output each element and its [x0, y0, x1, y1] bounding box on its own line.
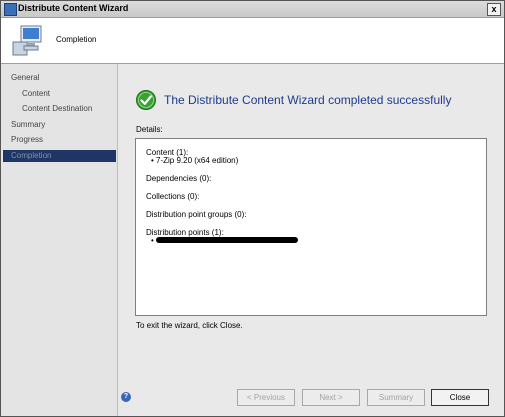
- wizard-nav: General Content Content Destination Summ…: [1, 64, 118, 416]
- success-check-icon: [136, 90, 156, 110]
- nav-item-progress[interactable]: Progress: [3, 134, 116, 146]
- page-title: Completion: [56, 35, 97, 44]
- nav-item-label: Completion: [11, 151, 52, 160]
- nav-item-label: Content: [22, 89, 51, 98]
- details-dp-groups: Distribution point groups (0):: [146, 210, 247, 219]
- wizard-window: Distribute Content Wizard x Completion G…: [0, 0, 505, 417]
- details-dependencies: Dependencies (0):: [146, 174, 212, 183]
- wizard-header: Completion: [1, 18, 504, 64]
- nav-item-content[interactable]: Content: [3, 88, 116, 100]
- computer-icon: [12, 25, 42, 56]
- details-label: Details:: [136, 125, 163, 134]
- details-distribution-points: Distribution points (1):: [146, 228, 224, 237]
- details-textbox[interactable]: Content (1): • 7-Zip 9.20 (x64 edition) …: [135, 138, 487, 316]
- nav-item-summary[interactable]: Summary: [3, 119, 116, 131]
- nav-item-general[interactable]: General: [3, 72, 116, 84]
- redaction-bar: [156, 237, 298, 243]
- wizard-footer: ? < Previous Next > Summary Close: [118, 384, 504, 416]
- title-bar[interactable]: Distribute Content Wizard x: [1, 1, 504, 18]
- nav-item-content-destination[interactable]: Content Destination: [3, 103, 116, 115]
- nav-item-label: General: [11, 73, 40, 82]
- details-content-item: • 7-Zip 9.20 (x64 edition): [151, 156, 239, 165]
- next-button[interactable]: Next >: [302, 389, 360, 406]
- nav-item-label: Progress: [11, 135, 44, 144]
- details-dp-bullet: •: [151, 236, 154, 245]
- nav-item-completion[interactable]: Completion: [3, 150, 116, 162]
- nav-item-label: Content Destination: [22, 104, 93, 113]
- window-title: Distribute Content Wizard: [18, 3, 129, 13]
- summary-button[interactable]: Summary: [367, 389, 425, 406]
- previous-button[interactable]: < Previous: [237, 389, 295, 406]
- close-window-button[interactable]: x: [487, 3, 501, 16]
- app-icon: [4, 3, 17, 16]
- nav-item-label: Summary: [11, 120, 46, 129]
- main-content: The Distribute Content Wizard completed …: [118, 64, 504, 384]
- help-icon[interactable]: ?: [121, 392, 131, 402]
- close-button[interactable]: Close: [431, 389, 489, 406]
- success-message: The Distribute Content Wizard completed …: [164, 93, 452, 107]
- exit-instructions: To exit the wizard, click Close.: [136, 321, 243, 330]
- details-collections: Collections (0):: [146, 192, 200, 201]
